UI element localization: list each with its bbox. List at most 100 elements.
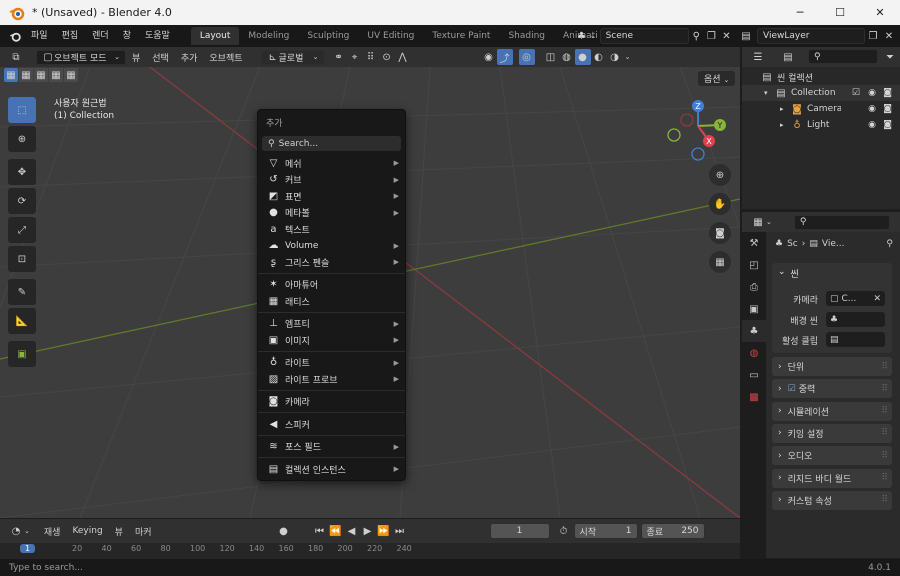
add-menu-item[interactable]: ● 메타볼 ▶ bbox=[258, 205, 405, 222]
select-extend-icon[interactable]: ▦ bbox=[19, 68, 33, 82]
camera-toggle-icon[interactable]: ◙ bbox=[883, 88, 892, 98]
add-menu-item[interactable]: ▨ 라이트 프로브 ▶ bbox=[258, 371, 405, 388]
solid-shading-icon[interactable]: ● bbox=[574, 49, 591, 65]
select-subtract-icon[interactable]: ▦ bbox=[34, 68, 48, 82]
rotate-tool[interactable]: ⟳ bbox=[8, 188, 36, 214]
property-section[interactable]: › 리지드 바디 월드 ⠿ bbox=[772, 468, 892, 488]
delete-view-layer-icon[interactable]: ✕ bbox=[881, 28, 897, 44]
timeline-ruler[interactable]: 1 20 40 60 80 100 120 140 160 180 200 220 240 bbox=[0, 543, 740, 559]
add-menu-item[interactable]: ◩ 표면 ▶ bbox=[258, 188, 405, 205]
drag-handle-icon[interactable]: ⠿ bbox=[881, 473, 888, 483]
close-button[interactable]: ✕ bbox=[860, 0, 900, 25]
scene-icon[interactable]: ♣ bbox=[574, 28, 589, 44]
menu-keying[interactable]: Keying bbox=[66, 526, 108, 536]
play-reverse-icon[interactable]: ◀ bbox=[344, 523, 360, 539]
tab-world[interactable]: ◍ bbox=[742, 342, 766, 364]
tab-shading[interactable]: Shading bbox=[499, 27, 554, 45]
new-view-layer-icon[interactable]: ❐ bbox=[865, 28, 881, 44]
filter-icon[interactable]: ⏷ bbox=[882, 49, 898, 65]
playhead[interactable]: 1 bbox=[20, 544, 36, 553]
property-section[interactable]: › 커스텀 속성 ⠿ bbox=[772, 490, 892, 510]
select-invert-icon[interactable]: ▦ bbox=[49, 68, 63, 82]
drag-handle-icon[interactable]: ⠿ bbox=[881, 384, 888, 394]
xray-icon[interactable]: ◫ bbox=[543, 49, 559, 65]
tab-modeling[interactable]: Modeling bbox=[239, 27, 298, 45]
select-new-icon[interactable]: ▦ bbox=[4, 68, 18, 82]
blender-menu-icon[interactable] bbox=[6, 28, 24, 44]
outliner-editor-icon[interactable]: ☰ bbox=[750, 49, 766, 65]
falloff-icon[interactable]: ⋀ bbox=[395, 49, 411, 65]
menu-object[interactable]: 오브젝트 bbox=[203, 51, 248, 64]
minimize-button[interactable]: ─ bbox=[780, 0, 820, 25]
outliner-row-light[interactable]: ▸ ♁ Light ◉ ◙ bbox=[742, 117, 900, 133]
add-menu-item[interactable]: ✶ 아마튜어 bbox=[258, 277, 405, 294]
checkbox-icon[interactable]: ☑ bbox=[788, 384, 796, 394]
perspective-toggle-icon[interactable]: ▦ bbox=[709, 251, 731, 273]
visibility-icon[interactable]: ◉ bbox=[481, 49, 497, 65]
menu-add[interactable]: 추가 bbox=[175, 51, 204, 64]
delete-scene-icon[interactable]: ✕ bbox=[719, 28, 734, 44]
editor-type-icon[interactable]: ⧉ bbox=[8, 49, 24, 65]
camera-field[interactable]: ▢ C... ✕ bbox=[826, 291, 885, 306]
drag-handle-icon[interactable]: ⠿ bbox=[881, 495, 888, 505]
tab-tool[interactable]: ⚒ bbox=[742, 232, 766, 254]
clear-icon[interactable]: ✕ bbox=[873, 294, 881, 304]
select-box-tool[interactable]: ⬚ bbox=[8, 97, 36, 123]
record-icon[interactable]: ● bbox=[276, 523, 292, 539]
material-shading-icon[interactable]: ◐ bbox=[591, 49, 607, 65]
jump-start-icon[interactable]: ⏮ bbox=[312, 523, 328, 539]
property-section[interactable]: › 단위 ⠿ bbox=[772, 357, 892, 376]
tab-output[interactable]: ⎙ bbox=[742, 276, 766, 298]
scene-field[interactable]: Scene bbox=[599, 28, 689, 44]
add-menu-item[interactable]: a 텍스트 bbox=[258, 221, 405, 238]
add-menu-item[interactable]: ▤ 컬렉션 인스턴스 ▶ bbox=[258, 461, 405, 478]
eye-icon[interactable]: ◉ bbox=[868, 120, 876, 130]
new-scene-icon[interactable]: ❐ bbox=[704, 28, 719, 44]
tab-uv-editing[interactable]: UV Editing bbox=[358, 27, 423, 45]
prev-keyframe-icon[interactable]: ⏪ bbox=[328, 523, 344, 539]
outliner-search[interactable]: ⚲ bbox=[808, 49, 878, 64]
add-menu-item[interactable]: ◀ 스피커 bbox=[258, 416, 405, 433]
drag-handle-icon[interactable]: ⠿ bbox=[881, 428, 888, 438]
menu-marker[interactable]: 마커 bbox=[129, 525, 158, 538]
current-frame-field[interactable]: 1 bbox=[489, 523, 550, 539]
tab-render[interactable]: ◰ bbox=[742, 254, 766, 276]
chevron-down-icon[interactable]: ⌄ bbox=[623, 49, 633, 65]
eye-icon[interactable]: ◉ bbox=[868, 88, 876, 98]
eye-icon[interactable]: ◉ bbox=[868, 104, 876, 114]
menu-render[interactable]: 렌더 bbox=[85, 25, 116, 47]
jump-end-icon[interactable]: ⏭ bbox=[392, 523, 408, 539]
menu-edit[interactable]: 편집 bbox=[55, 25, 86, 47]
stopwatch-icon[interactable]: ⏱ bbox=[556, 523, 572, 539]
menu-select[interactable]: 선택 bbox=[146, 51, 175, 64]
annotate-tool[interactable]: ✎ bbox=[8, 279, 36, 305]
mode-selector[interactable]: ▢ 오브젝트 모드 ⌄ bbox=[36, 49, 126, 65]
overlay-toggle-icon[interactable]: ◎ bbox=[518, 49, 535, 65]
display-mode-icon[interactable]: ▤ bbox=[780, 49, 796, 65]
menu-timeline-view[interactable]: 뷰 bbox=[109, 525, 129, 538]
tab-layout[interactable]: Layout bbox=[190, 27, 240, 45]
pivot-icon[interactable]: ⚭ bbox=[331, 49, 347, 65]
zoom-icon[interactable]: ⊕ bbox=[709, 164, 731, 186]
properties-search[interactable]: ⚲ bbox=[793, 214, 890, 230]
rendered-shading-icon[interactable]: ◑ bbox=[607, 49, 623, 65]
view-layer-field[interactable]: ViewLayer bbox=[757, 28, 865, 44]
add-menu-item[interactable]: ▽ 메쉬 ▶ bbox=[258, 155, 405, 172]
background-scene-field[interactable]: ♣ bbox=[826, 312, 885, 327]
property-section[interactable]: › 시뮬레이션 ⠿ bbox=[772, 401, 892, 421]
checkbox-icon[interactable]: ☑ bbox=[852, 88, 860, 98]
next-keyframe-icon[interactable]: ⏩ bbox=[376, 523, 392, 539]
add-cube-tool[interactable]: ▣ bbox=[8, 341, 36, 367]
tab-scene[interactable]: ♣ bbox=[742, 320, 766, 342]
timeline-editor-icon[interactable]: ◔ bbox=[8, 523, 24, 539]
add-menu-item[interactable]: ↺ 커브 ▶ bbox=[258, 172, 405, 189]
scale-tool[interactable]: ⤢ bbox=[8, 217, 36, 243]
tab-texture-paint[interactable]: Texture Paint bbox=[423, 27, 499, 45]
cursor-tool[interactable]: ⊕ bbox=[8, 126, 36, 152]
measure-tool[interactable]: 📐 bbox=[8, 308, 36, 334]
pin-icon[interactable]: ⚲ bbox=[689, 28, 704, 44]
play-icon[interactable]: ▶ bbox=[360, 523, 376, 539]
properties-editor-icon[interactable]: ▦ bbox=[750, 214, 766, 230]
pin-icon[interactable]: ⚲ bbox=[886, 239, 893, 249]
move-tool[interactable]: ✥ bbox=[8, 159, 36, 185]
